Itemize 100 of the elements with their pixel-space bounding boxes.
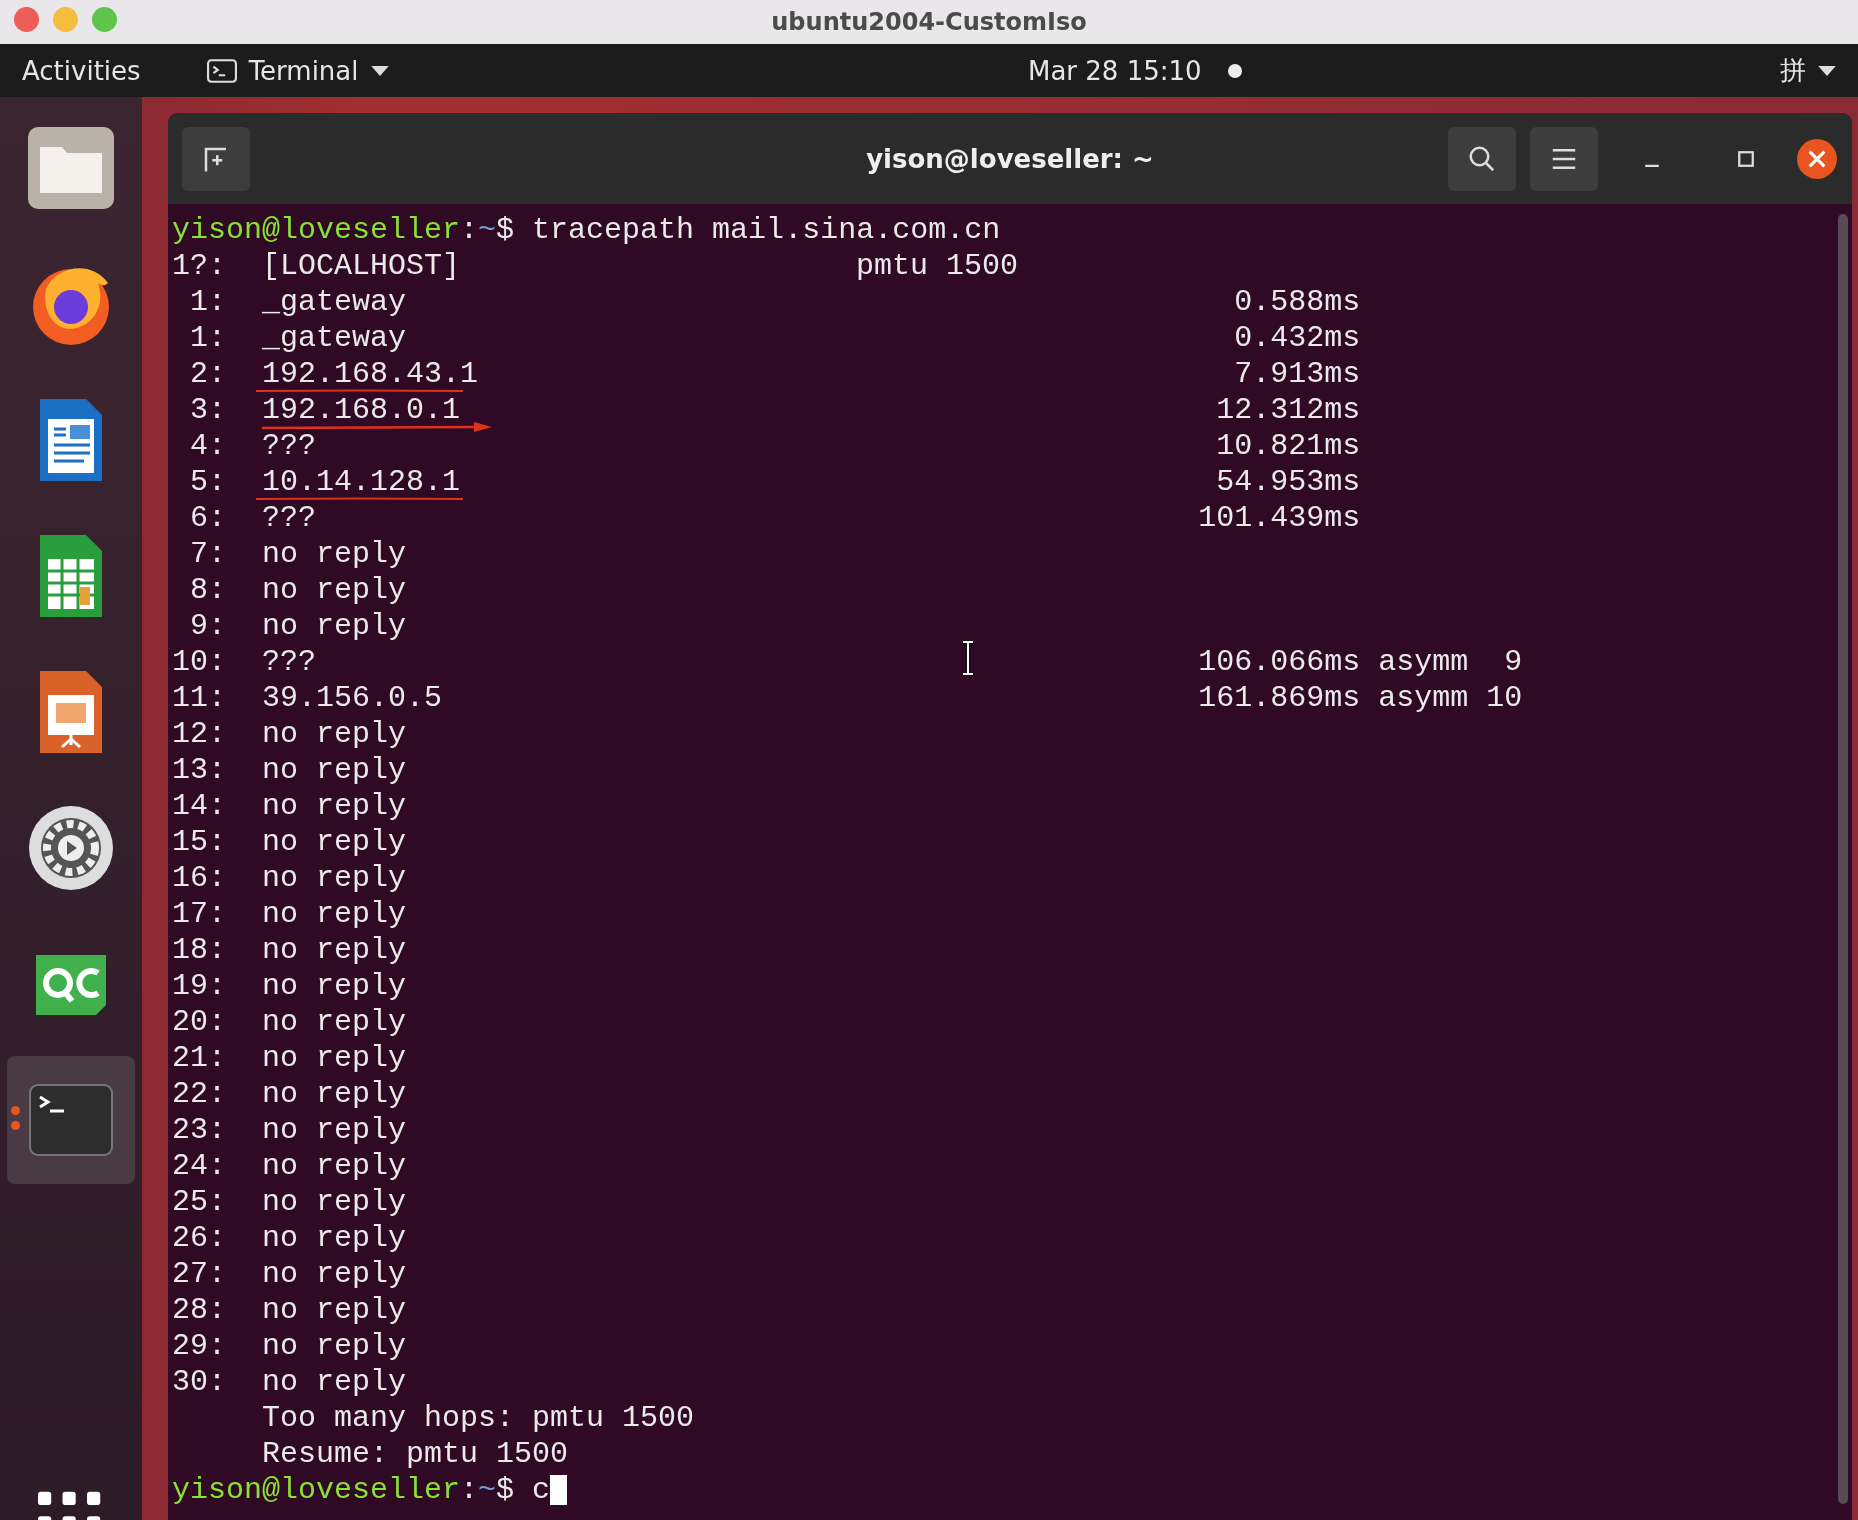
pmtu-value: pmtu 1500 bbox=[856, 248, 1019, 284]
hop-time: 0.432ms bbox=[1234, 320, 1361, 356]
hop-host: no reply bbox=[262, 576, 407, 604]
hop-host: no reply bbox=[262, 900, 407, 928]
hop-number: 5: bbox=[189, 464, 226, 500]
hop-host: no reply bbox=[262, 1116, 407, 1144]
hop-number: 15: bbox=[172, 824, 226, 860]
hop-host: _gateway bbox=[262, 288, 407, 316]
hop-number: 6: bbox=[189, 500, 226, 536]
summary-line: Resume: pmtu 1500 bbox=[262, 1436, 569, 1472]
hop-number: 21: bbox=[172, 1040, 226, 1076]
hop-host: no reply bbox=[262, 828, 407, 856]
hop-number: 29: bbox=[172, 1328, 226, 1364]
close-button[interactable] bbox=[14, 7, 39, 32]
command-line: yison@loveseller:~$ tracepath mail.sina.com.cn bbox=[172, 212, 1002, 248]
hop-time: 106.066ms bbox=[1198, 644, 1361, 680]
hop-number: 24: bbox=[172, 1148, 226, 1184]
hop-number: 11: bbox=[172, 680, 226, 716]
summary-line: Too many hops: pmtu 1500 bbox=[262, 1400, 695, 1436]
prompt-line: yison@loveseller:~$ c bbox=[172, 1472, 551, 1508]
hop-time: 0.588ms bbox=[1234, 284, 1361, 320]
maximize-icon[interactable] bbox=[1737, 149, 1755, 168]
hop-host: no reply bbox=[262, 1152, 407, 1180]
hop-time: 10.821ms bbox=[1216, 428, 1361, 464]
app-menu[interactable]: Terminal bbox=[206, 55, 389, 86]
hop-host: no reply bbox=[262, 864, 407, 892]
hop-host: no reply bbox=[262, 972, 407, 1000]
hop-number: 26: bbox=[172, 1220, 226, 1256]
hop-number: 30: bbox=[172, 1364, 226, 1400]
hop-number: 10: bbox=[172, 644, 226, 680]
hop-number: 9: bbox=[189, 608, 226, 644]
terminal-icon bbox=[206, 58, 237, 83]
scrollbar[interactable] bbox=[1838, 214, 1848, 1504]
hop-host: no reply bbox=[262, 1080, 407, 1108]
hop-number: 1: bbox=[189, 284, 226, 320]
hop-host: 39.156.0.5 bbox=[262, 684, 443, 712]
hop-number: 14: bbox=[172, 788, 226, 824]
hop-number: 7: bbox=[189, 536, 226, 572]
hop-host: no reply bbox=[262, 720, 407, 748]
activities-button[interactable]: Activities bbox=[22, 55, 141, 86]
hop-host: no reply bbox=[262, 1224, 407, 1252]
hop-number: 23: bbox=[172, 1112, 226, 1148]
notification-dot-icon bbox=[1227, 64, 1242, 78]
hop-number: 8: bbox=[189, 572, 226, 608]
hop-number: 28: bbox=[172, 1292, 226, 1328]
text-cursor-icon bbox=[550, 1475, 568, 1505]
hop-host: no reply bbox=[262, 1296, 407, 1324]
hop-number: 3: bbox=[189, 392, 226, 428]
settings-icon bbox=[26, 803, 116, 893]
hop-host: 192.168.43.1 bbox=[262, 360, 479, 388]
window-title: ubuntu2004-CustomIso bbox=[771, 8, 1087, 36]
hop-host: no reply bbox=[262, 792, 407, 820]
mouse-ibeam-icon bbox=[961, 640, 975, 676]
hop-host: no reply bbox=[262, 1332, 407, 1360]
hop-time: 161.869ms bbox=[1198, 680, 1361, 716]
hop-number: 20: bbox=[172, 1004, 226, 1040]
hop-number: 19: bbox=[172, 968, 226, 1004]
hop-host: no reply bbox=[262, 1188, 407, 1216]
dock-item[interactable] bbox=[26, 803, 116, 893]
hop-time: 101.439ms bbox=[1198, 500, 1361, 536]
hop-host: no reply bbox=[262, 936, 407, 964]
hop-host: 10.14.128.1 bbox=[262, 468, 461, 496]
hop-host: _gateway bbox=[262, 324, 407, 352]
close-icon[interactable] bbox=[1796, 137, 1838, 180]
hop-number: 12: bbox=[172, 716, 226, 752]
hop-number: 25: bbox=[172, 1184, 226, 1220]
caret-icon bbox=[370, 65, 389, 76]
hop-number: 17: bbox=[172, 896, 226, 932]
hop-host: ??? bbox=[262, 504, 316, 532]
hop-number: 1: bbox=[189, 320, 226, 356]
hop-time: 54.953ms bbox=[1216, 464, 1361, 500]
hop-number: 4: bbox=[189, 428, 226, 464]
hop-number: 13: bbox=[172, 752, 226, 788]
asymm-note: asymm 9 bbox=[1378, 644, 1523, 680]
hop-number: 18: bbox=[172, 932, 226, 968]
terminal-title: yison@loveseller: ~ bbox=[866, 143, 1154, 174]
hop-number: 1?: bbox=[172, 248, 226, 284]
hop-host: no reply bbox=[262, 1008, 407, 1036]
new-tab-button[interactable] bbox=[182, 126, 250, 191]
search-button[interactable] bbox=[1448, 126, 1516, 191]
hop-host: [LOCALHOST] bbox=[262, 252, 461, 280]
hop-host: 192.168.0.1 bbox=[262, 396, 461, 424]
menu-button[interactable] bbox=[1530, 126, 1598, 191]
caret-icon bbox=[1818, 65, 1836, 76]
hop-time: 7.913ms bbox=[1234, 356, 1361, 392]
hop-host: no reply bbox=[262, 1044, 407, 1072]
asymm-note: asymm 10 bbox=[1378, 680, 1523, 716]
hop-host: no reply bbox=[262, 756, 407, 784]
hop-number: 16: bbox=[172, 860, 226, 896]
clock[interactable]: Mar 28 15:10 bbox=[1028, 56, 1202, 86]
hop-host: no reply bbox=[262, 1260, 407, 1288]
input-method-menu[interactable]: 拼 bbox=[1780, 53, 1836, 88]
hop-time: 12.312ms bbox=[1216, 392, 1361, 428]
hop-host: no reply bbox=[262, 540, 407, 568]
hop-host: no reply bbox=[262, 612, 407, 640]
running-indicator-icon bbox=[11, 1106, 20, 1130]
hop-number: 2: bbox=[189, 356, 226, 392]
hop-host: ??? bbox=[262, 648, 316, 676]
hop-number: 22: bbox=[172, 1076, 226, 1112]
hop-host: ??? bbox=[262, 432, 316, 460]
